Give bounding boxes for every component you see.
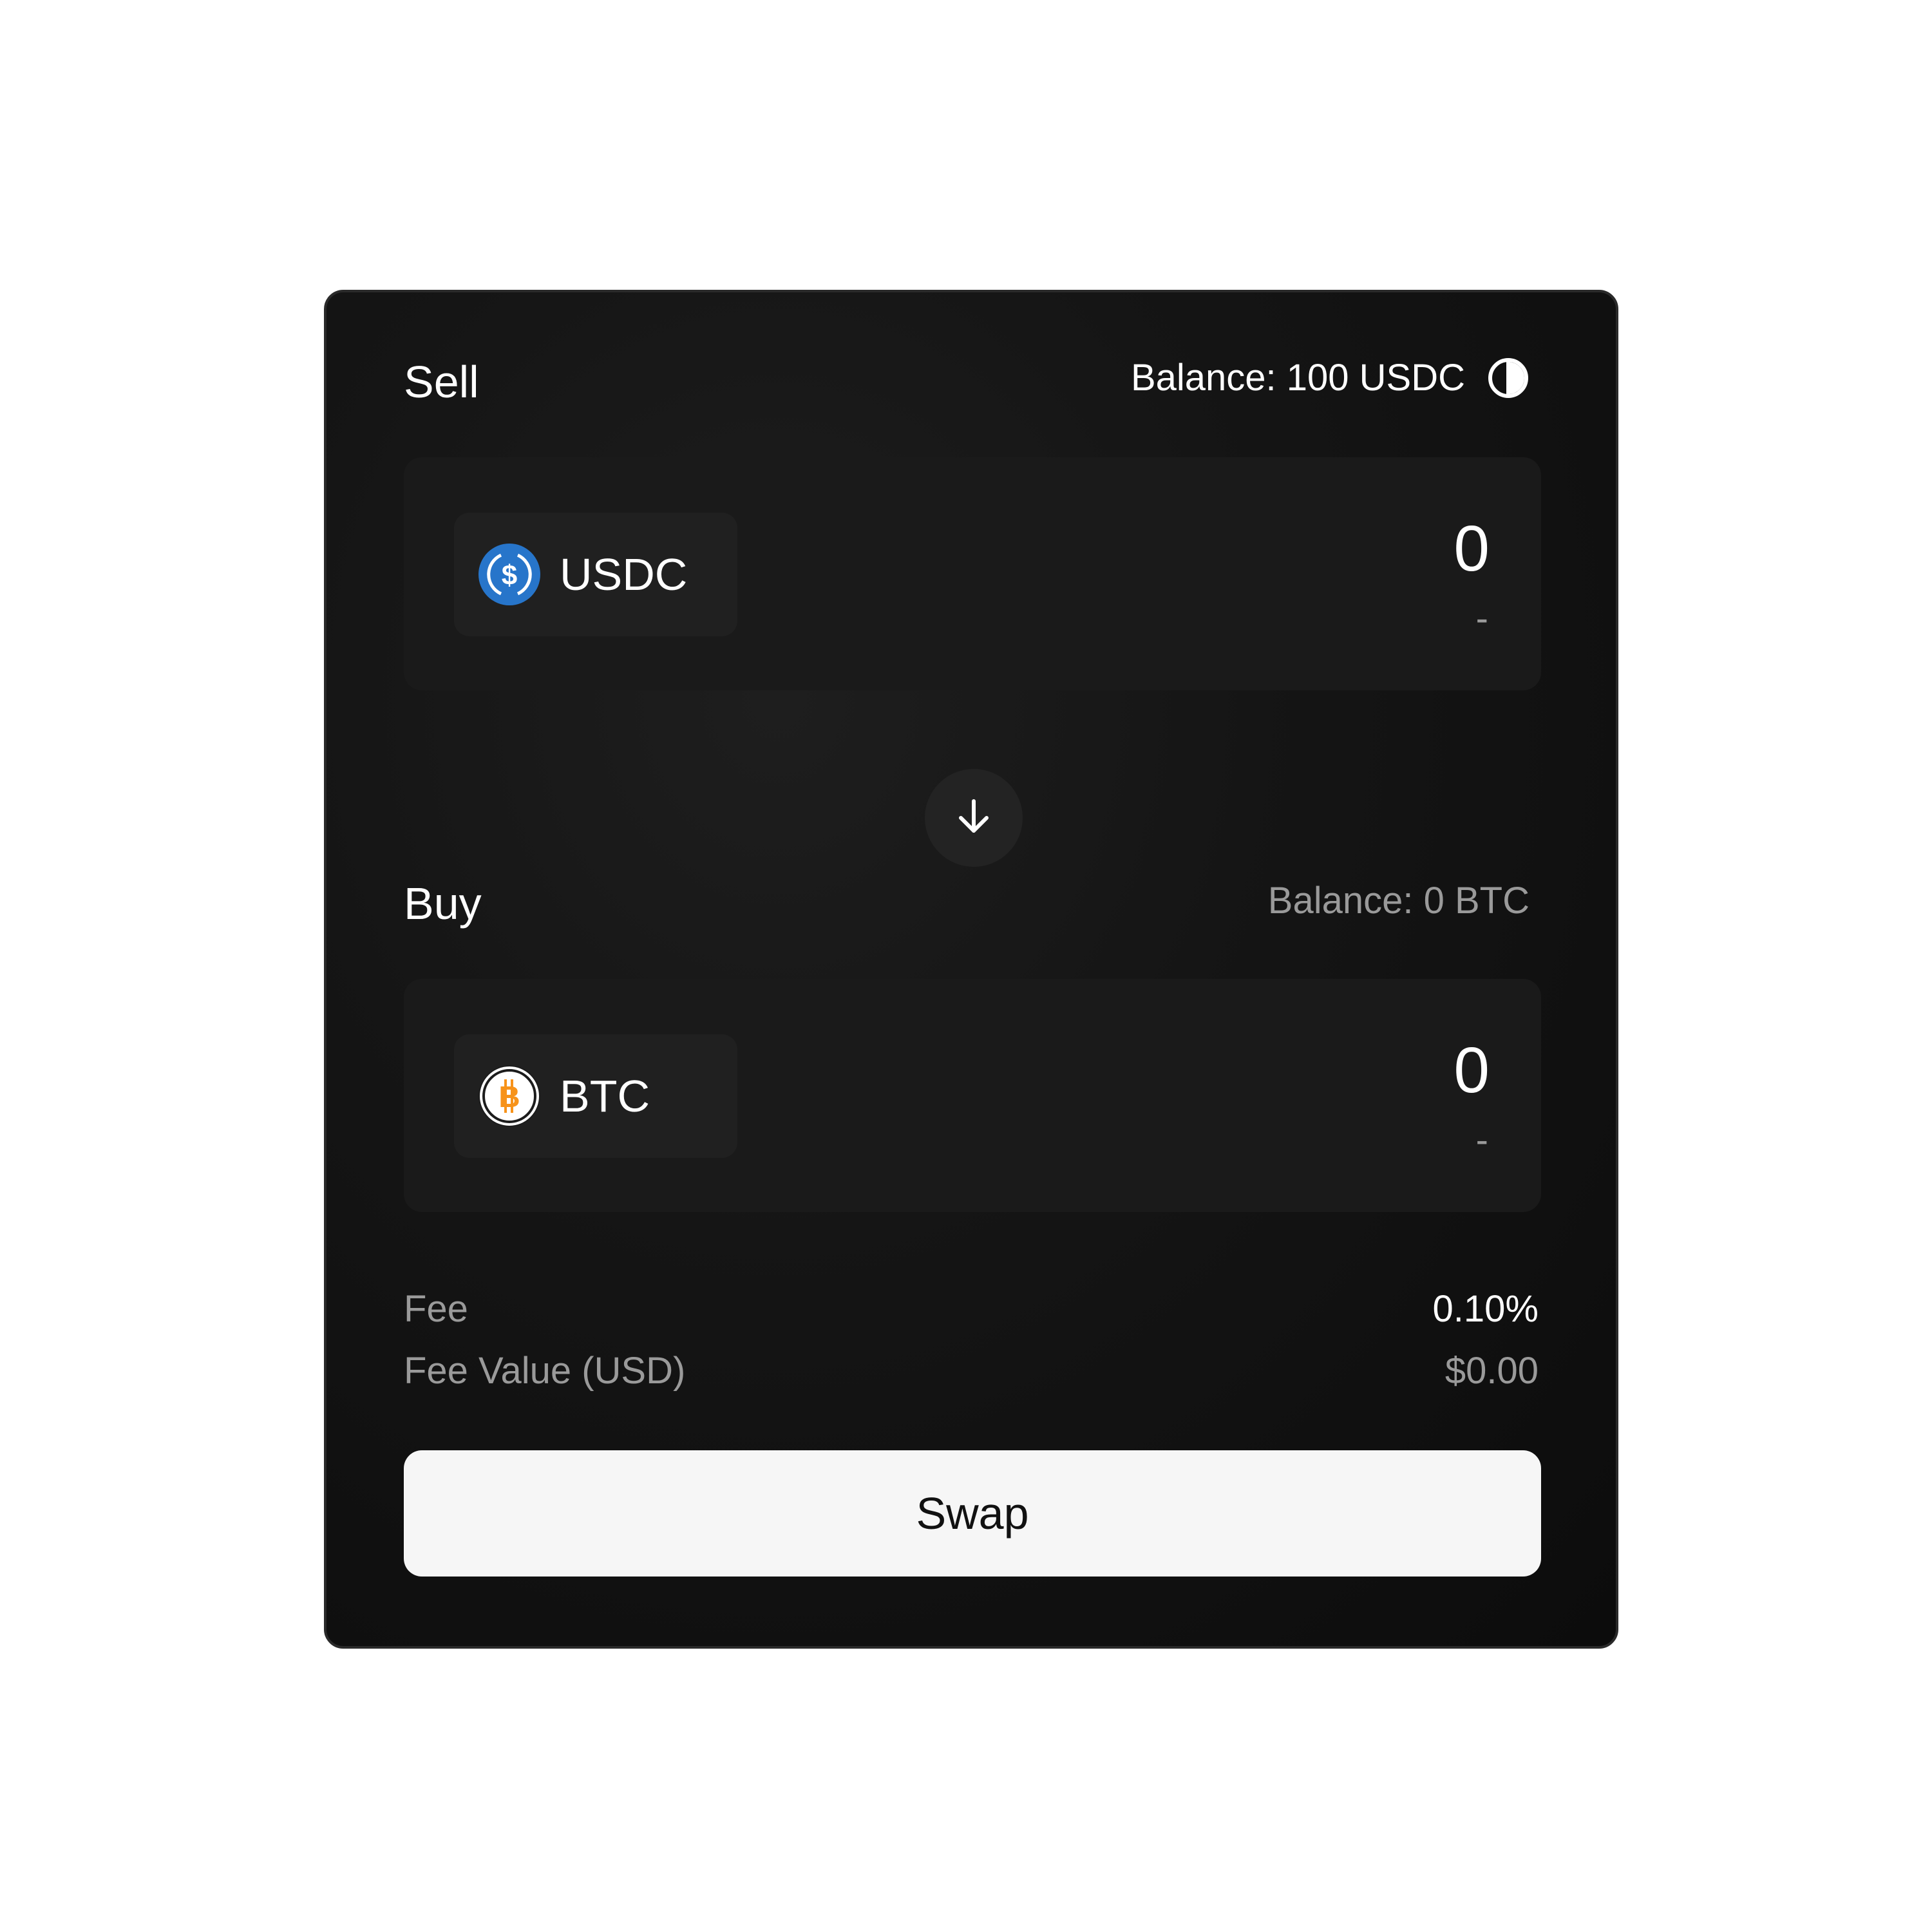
fee-label: Fee (404, 1288, 468, 1330)
sell-balance-row: Balance: 100 USDC (1131, 357, 1530, 399)
sell-amount-usd: - (1475, 598, 1488, 639)
buy-token-selector[interactable]: B BTC (454, 1034, 737, 1158)
switch-direction-button[interactable] (925, 769, 1023, 867)
swap-button[interactable]: Swap (404, 1450, 1541, 1577)
sell-balance-text: Balance: 100 USDC (1130, 357, 1465, 399)
fee-row: Fee 0.10% (404, 1291, 1539, 1328)
svg-text:B: B (498, 1080, 520, 1113)
sell-label: Sell (404, 357, 479, 407)
sell-amount-input[interactable]: 0 (1454, 516, 1490, 581)
sell-token-symbol: USDC (560, 549, 688, 600)
btc-icon: B (477, 1064, 542, 1128)
sell-token-selector[interactable]: $ USDC (454, 513, 737, 636)
buy-balance-text: Balance: 0 BTC (1267, 880, 1530, 922)
fee-usd-row: Fee Value (USD) $0.00 (404, 1352, 1539, 1390)
arrow-down-icon (953, 796, 994, 840)
usdc-icon: $ (477, 542, 542, 607)
svg-text:$: $ (502, 560, 517, 591)
max-icon[interactable] (1487, 357, 1530, 399)
buy-token-symbol: BTC (560, 1071, 650, 1121)
swap-card: Sell Balance: 100 USDC $ USDC 0 - Buy Ba… (324, 290, 1618, 1649)
buy-amount-output: 0 (1454, 1034, 1490, 1106)
fee-usd-value: $0.00 (1444, 1350, 1539, 1392)
buy-amount-usd: - (1475, 1119, 1488, 1161)
fee-usd-label: Fee Value (USD) (404, 1350, 686, 1392)
buy-label: Buy (404, 878, 482, 929)
fee-value: 0.10% (1432, 1288, 1539, 1330)
sell-token-panel: $ USDC 0 - (404, 457, 1541, 690)
buy-token-panel: B BTC 0 - (404, 979, 1541, 1212)
